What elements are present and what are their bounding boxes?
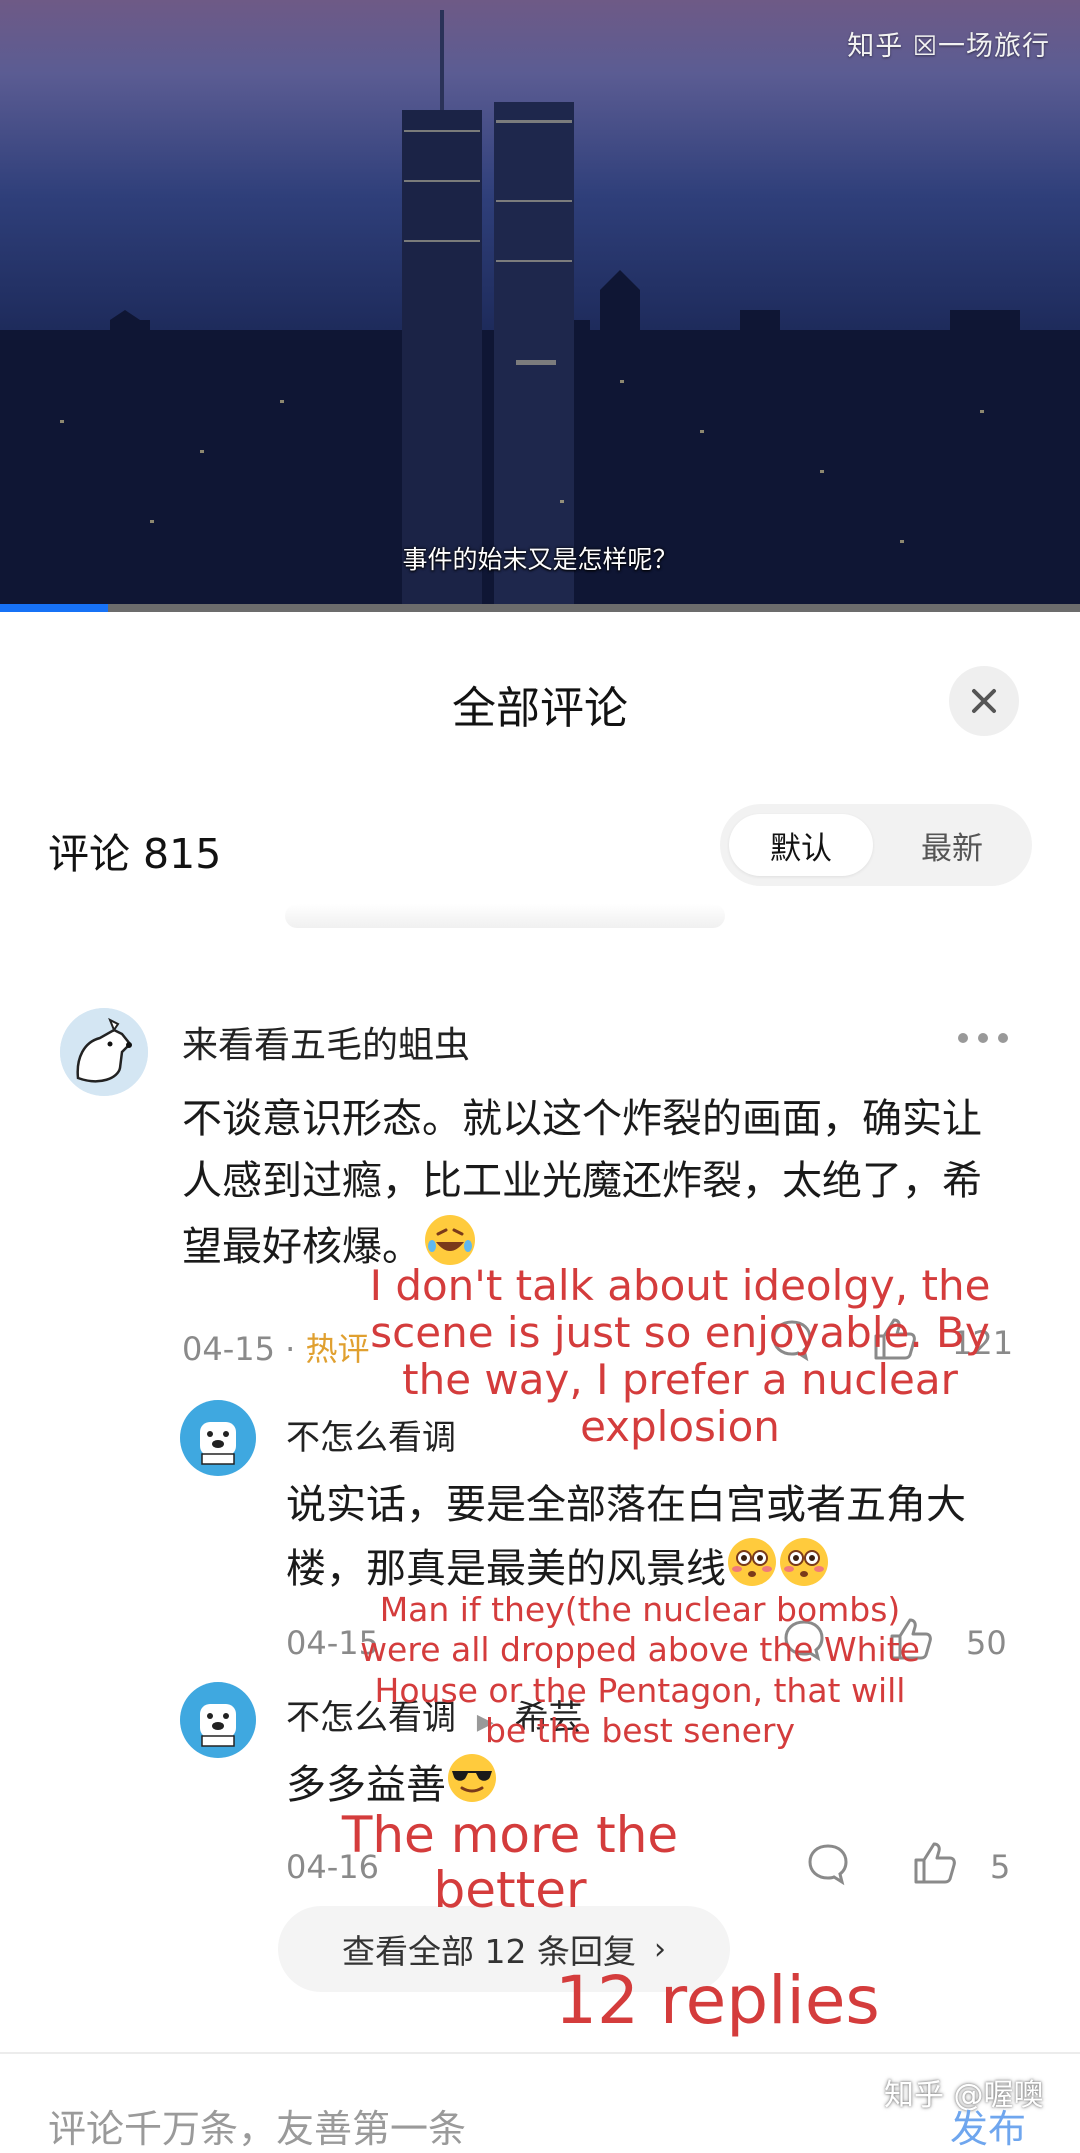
polar-bear-avatar-icon (180, 1682, 256, 1758)
scroll-fade (285, 904, 725, 928)
like-icon[interactable] (912, 1840, 958, 1886)
skyline-image (0, 10, 1080, 612)
avatar[interactable] (180, 1682, 256, 1758)
publish-button[interactable]: 发布 (950, 2098, 1026, 2153)
overlay-translation-3: The more the better (341, 1806, 679, 1919)
overlay-translation-4: 12 replies (555, 1962, 880, 2039)
comment-input[interactable]: 评论千万条，友善第一条 (48, 2098, 466, 2153)
avatar[interactable] (180, 1400, 256, 1476)
more-options-icon[interactable] (958, 1026, 1022, 1050)
comment-date: 04-15 (182, 1330, 275, 1368)
bottom-divider (0, 2052, 1080, 2054)
video-progress-track[interactable] (0, 604, 1080, 612)
comment-count: 评论 815 (48, 830, 222, 878)
reply-text-content: 多多益善 (286, 1762, 446, 1808)
reply-text-content: 说实话，要是全部落在白宫或者五角大楼，那真是最美的风景线 (286, 1482, 966, 1592)
sheet-title: 全部评论 (452, 683, 628, 734)
overlay-translation-1: I don't talk about ideolgy, the scene is… (369, 1261, 991, 1452)
sort-default-button[interactable]: 默认 (729, 814, 873, 876)
avatar[interactable] (60, 1008, 148, 1096)
video-watermark: 知乎 ☒一场旅行 (847, 31, 1050, 62)
close-icon (972, 689, 996, 713)
dog-avatar-icon (60, 1008, 148, 1096)
like-count: 50 (966, 1624, 1007, 1662)
polar-bear-avatar-icon (180, 1400, 256, 1476)
comment-text-content: 不谈意识形态。就以这个炸裂的画面，确实让人感到过瘾，比工业光魔还炸裂，太绝了，希… (182, 1096, 982, 1270)
video-subtitle: 事件的始末又是怎样呢？ (402, 545, 678, 574)
close-button[interactable] (949, 666, 1019, 736)
like-count: 5 (990, 1848, 1011, 1886)
comment-text: 不谈意识形态。就以这个炸裂的画面，确实让人感到过瘾，比工业光魔还炸裂，太绝了，希… (182, 1088, 1008, 1286)
sort-newest-button[interactable]: 最新 (880, 814, 1024, 876)
video-progress-fill (0, 604, 108, 612)
reply-icon[interactable] (806, 1842, 850, 1886)
comment-author[interactable]: 来看看五毛的蛆虫 (182, 1016, 470, 1068)
overlay-translation-2: Man if they(the nuclear bombs) were all … (360, 1590, 920, 1750)
video-player[interactable]: 知乎 ☒一场旅行 事件的始末又是怎样呢？ (0, 0, 1080, 612)
reply-text: 说实话，要是全部落在白宫或者五角大楼，那真是最美的风景线 (286, 1474, 1026, 1606)
